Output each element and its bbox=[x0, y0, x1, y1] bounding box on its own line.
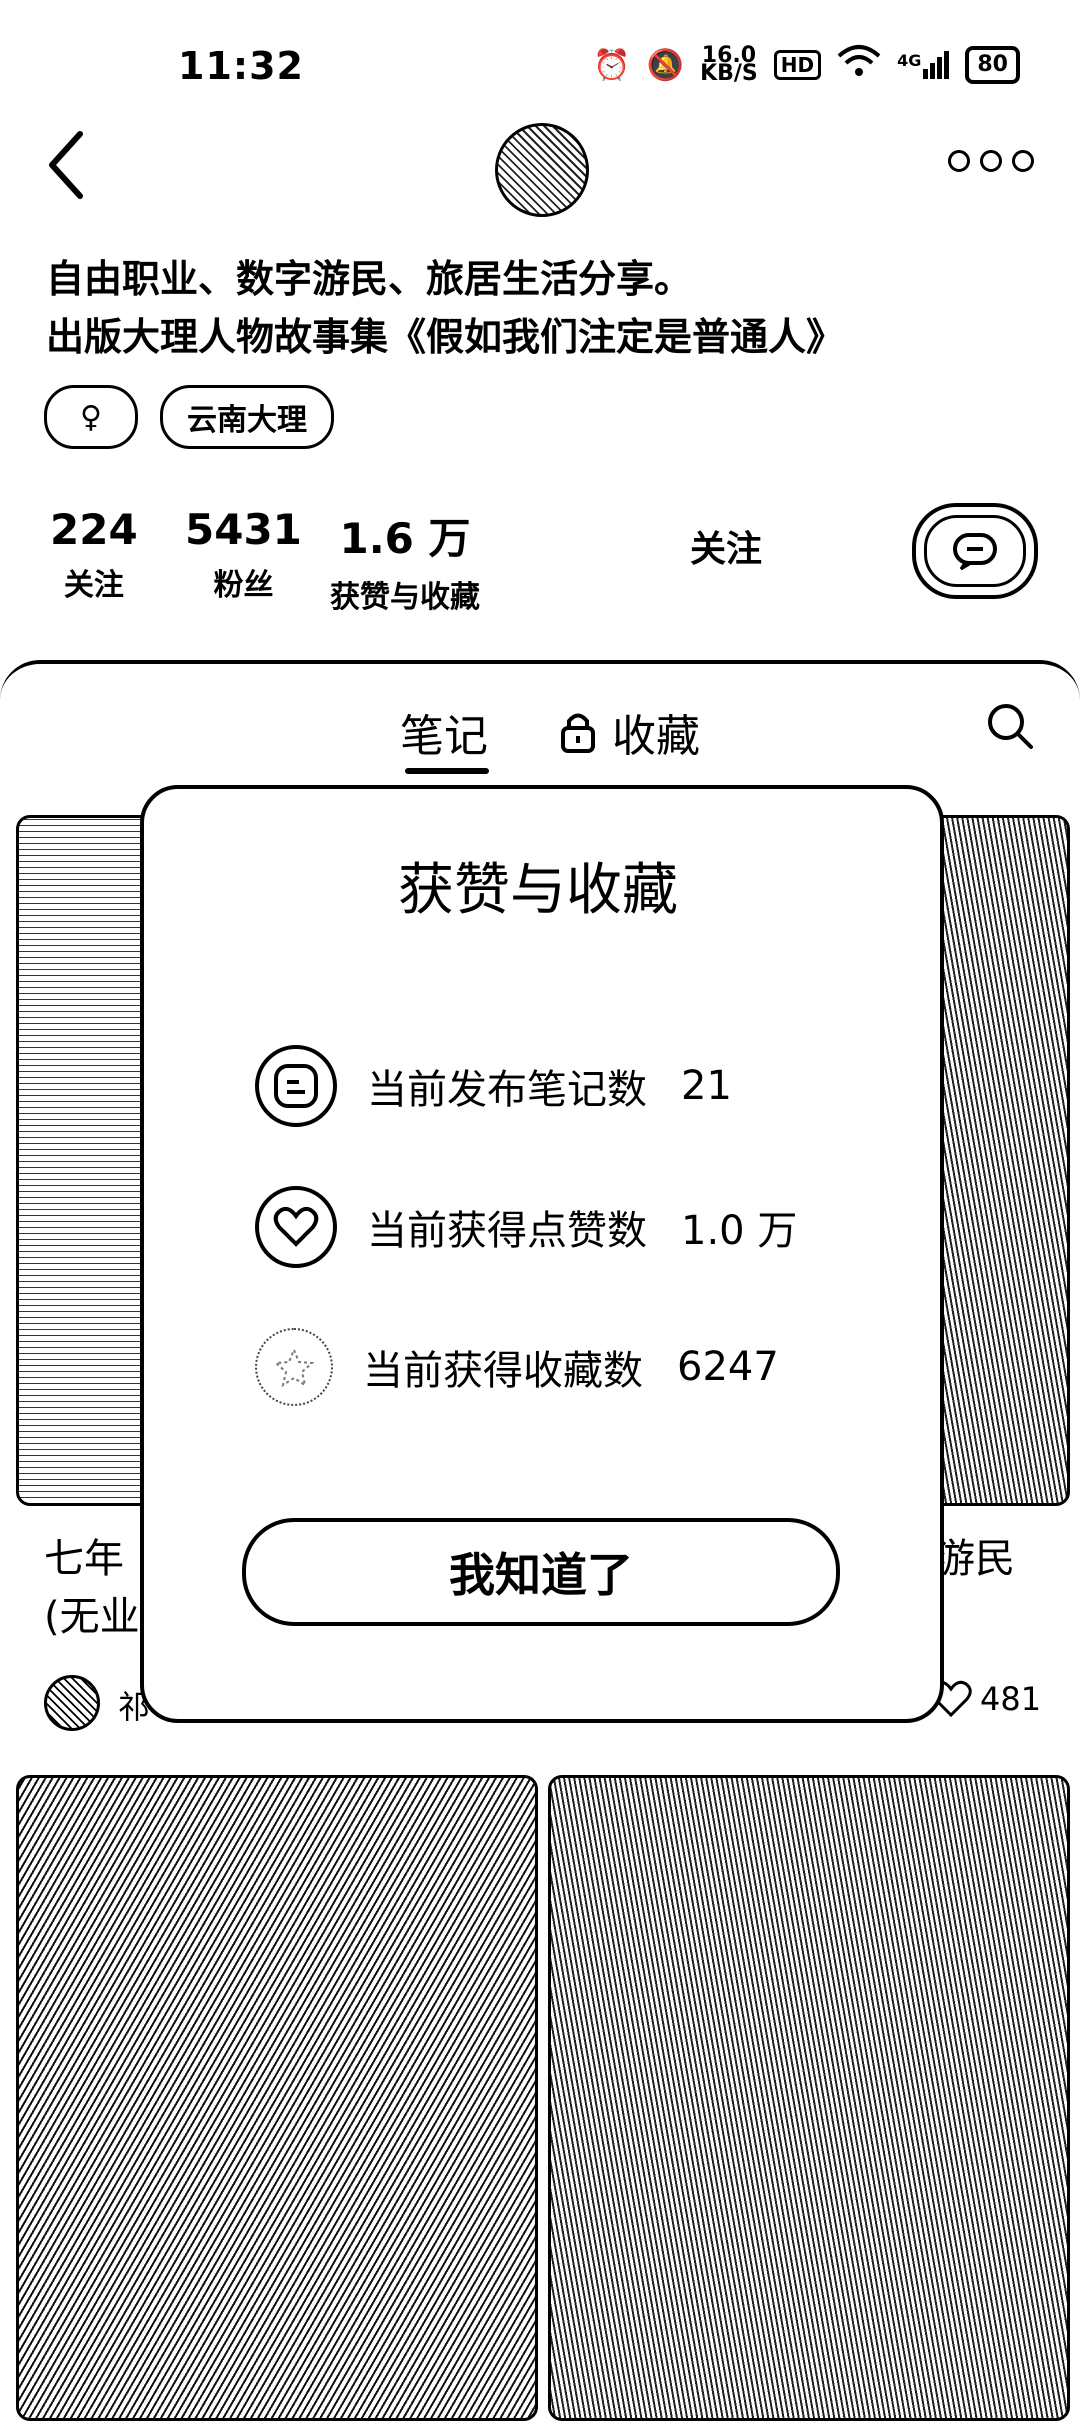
bio-line-1: 自由职业、数字游民、旅居生活分享。 bbox=[46, 257, 693, 301]
note-card-image[interactable] bbox=[16, 1775, 538, 2421]
profile-tags: ♀ 云南大理 bbox=[44, 385, 334, 449]
stat-value: 224 bbox=[50, 505, 138, 554]
net-speed: 16.0 KB/S bbox=[700, 43, 758, 86]
stat-following[interactable]: 224 关注 bbox=[50, 505, 138, 604]
wifi-icon bbox=[837, 44, 881, 86]
note-card-image[interactable] bbox=[548, 1775, 1070, 2421]
dot-icon bbox=[980, 150, 1002, 172]
bio-line-2: 出版大理人物故事集《假如我们注定是普通人》 bbox=[46, 315, 845, 359]
collects-count-row: 当前获得收藏数 6247 bbox=[255, 1328, 779, 1406]
avatar[interactable] bbox=[495, 123, 589, 217]
hd-badge: HD bbox=[773, 50, 822, 80]
stat-value: 1.6 万 bbox=[339, 514, 471, 563]
more-options-button[interactable] bbox=[948, 150, 1034, 172]
tab-collect[interactable]: 收藏 bbox=[560, 700, 700, 764]
stat-label: 粉丝 bbox=[213, 568, 274, 603]
search-button[interactable] bbox=[986, 702, 1034, 750]
stat-value: 5431 bbox=[185, 505, 302, 554]
confirm-button[interactable]: 我知道了 bbox=[242, 1518, 840, 1626]
row-value: 6247 bbox=[677, 1344, 779, 1390]
battery-indicator: 80 bbox=[965, 46, 1020, 84]
like-count[interactable]: 481 bbox=[930, 1680, 1041, 1718]
stat-label: 关注 bbox=[63, 568, 124, 603]
back-button[interactable] bbox=[44, 130, 88, 200]
tab-collect-label: 收藏 bbox=[612, 711, 700, 762]
mute-icon: 🔕 bbox=[646, 47, 685, 83]
row-label: 当前发布笔记数 bbox=[367, 1067, 647, 1113]
note-card-title[interactable]: 游民 bbox=[935, 1530, 1015, 1588]
location-tag: 云南大理 bbox=[160, 385, 334, 449]
gender-tag: ♀ bbox=[44, 385, 138, 449]
signal-icon: 4G bbox=[897, 51, 950, 79]
message-button[interactable] bbox=[912, 503, 1038, 599]
row-value: 1.0 万 bbox=[681, 1208, 798, 1254]
stat-label: 获赞与收藏 bbox=[330, 580, 480, 615]
likes-count-row: 当前获得点赞数 1.0 万 bbox=[255, 1186, 797, 1268]
notes-count-row: 当前发布笔记数 21 bbox=[255, 1045, 732, 1127]
stat-followers[interactable]: 5431 粉丝 bbox=[185, 505, 302, 604]
tab-notes[interactable]: 笔记 bbox=[400, 700, 488, 764]
dot-icon bbox=[948, 150, 970, 172]
profile-bio: 自由职业、数字游民、旅居生活分享。 出版大理人物故事集《假如我们注定是普通人》 bbox=[46, 250, 844, 366]
lock-icon bbox=[561, 713, 595, 753]
note-icon bbox=[255, 1045, 337, 1127]
dot-icon bbox=[1012, 150, 1034, 172]
follow-button[interactable]: 关注 bbox=[690, 520, 762, 572]
status-icons: ⏰ 🔕 16.0 KB/S HD 4G 80 bbox=[593, 44, 1020, 86]
tab-indicator bbox=[405, 768, 489, 774]
dialog-title: 获赞与收藏 bbox=[398, 858, 678, 923]
stat-likes-collects[interactable]: 1.6 万 获赞与收藏 bbox=[330, 505, 480, 616]
star-icon bbox=[255, 1328, 333, 1406]
heart-icon bbox=[255, 1186, 337, 1268]
row-value: 21 bbox=[681, 1063, 732, 1109]
row-label: 当前获得收藏数 bbox=[363, 1348, 643, 1394]
author-avatar[interactable] bbox=[44, 1675, 100, 1731]
chat-icon bbox=[953, 533, 997, 571]
alarm-icon: ⏰ bbox=[593, 47, 631, 83]
status-time: 11:32 bbox=[178, 44, 304, 88]
note-card-title[interactable]: 七年 (无业 bbox=[44, 1530, 140, 1646]
search-icon bbox=[988, 704, 1033, 749]
row-label: 当前获得点赞数 bbox=[367, 1208, 647, 1254]
